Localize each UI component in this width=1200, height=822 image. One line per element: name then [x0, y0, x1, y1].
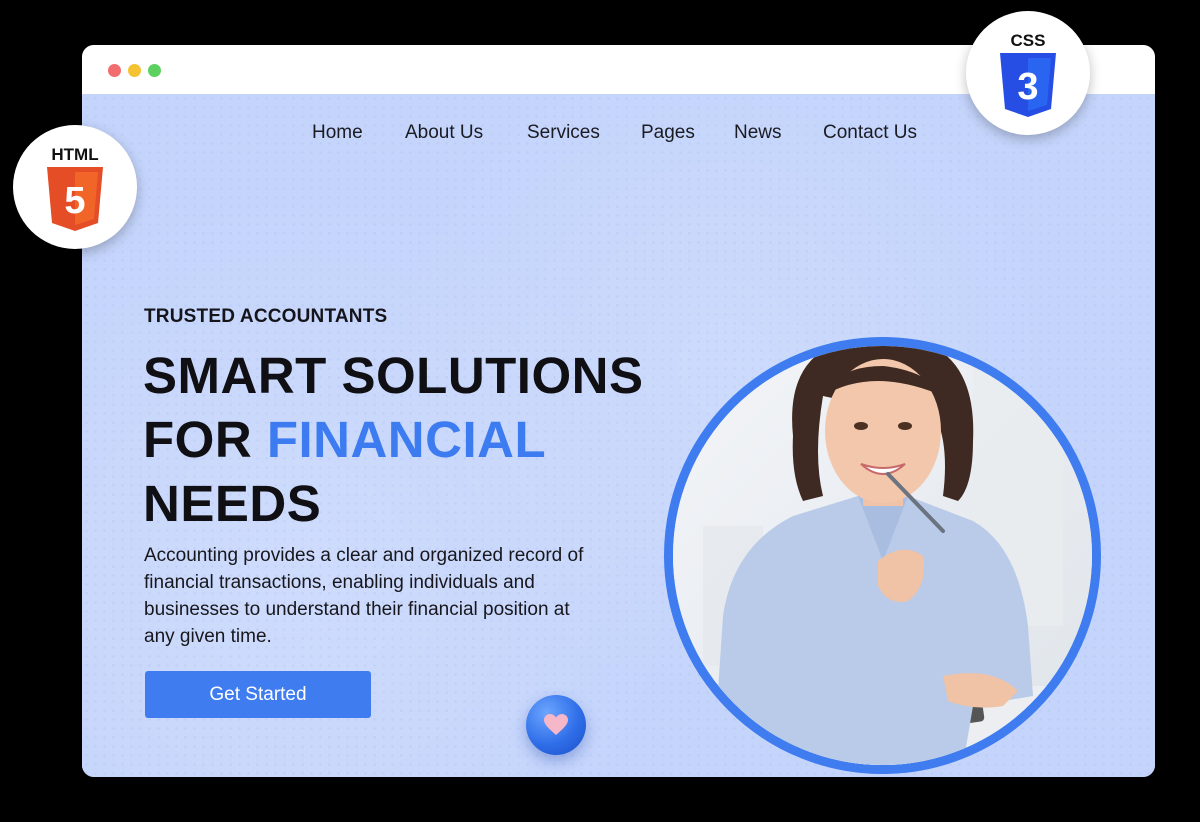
nav-item-about-us[interactable]: About Us — [405, 122, 483, 144]
headline-accent-word: FINANCIAL — [266, 411, 547, 468]
nav-item-home[interactable]: Home — [312, 122, 363, 144]
nav-item-pages[interactable]: Pages — [641, 122, 695, 144]
hero-eyebrow: TRUSTED ACCOUNTANTS — [144, 306, 388, 327]
hero-portrait — [664, 337, 1101, 774]
nav-item-services[interactable]: Services — [527, 122, 600, 144]
headline-line-1: SMART SOLUTIONS — [143, 347, 644, 404]
headline-for: FOR — [143, 411, 267, 468]
heart-badge — [526, 695, 586, 755]
css3-digit: 3 — [1017, 66, 1038, 108]
accountant-photo — [673, 346, 1092, 765]
html5-digit: 5 — [64, 180, 85, 222]
get-started-button[interactable]: Get Started — [145, 671, 371, 718]
minimize-window-button[interactable] — [128, 64, 141, 77]
css-badge-label: CSS — [1010, 31, 1046, 50]
headline-line-2: FOR FINANCIAL — [143, 408, 703, 472]
webpage-viewport: Home About Us Services Pages News Contac… — [82, 94, 1155, 777]
html-badge-label: HTML — [51, 145, 99, 164]
hero-description: Accounting provides a clear and organize… — [144, 545, 584, 647]
maximize-window-button[interactable] — [148, 64, 161, 77]
html5-shield-icon: 5 — [47, 167, 103, 231]
nav-item-contact-us[interactable]: Contact Us — [823, 122, 917, 144]
html5-badge: HTML 5 — [13, 125, 137, 249]
browser-window: Home About Us Services Pages News Contac… — [82, 45, 1155, 777]
css3-badge: CSS 3 — [966, 11, 1090, 135]
heart-icon — [544, 714, 568, 735]
headline-line-3: NEEDS — [143, 475, 322, 532]
css3-shield-icon: 3 — [1000, 53, 1056, 117]
hero-headline: SMART SOLUTIONS FOR FINANCIAL NEEDS — [143, 344, 703, 536]
close-window-button[interactable] — [108, 64, 121, 77]
nav-item-news[interactable]: News — [734, 122, 782, 144]
